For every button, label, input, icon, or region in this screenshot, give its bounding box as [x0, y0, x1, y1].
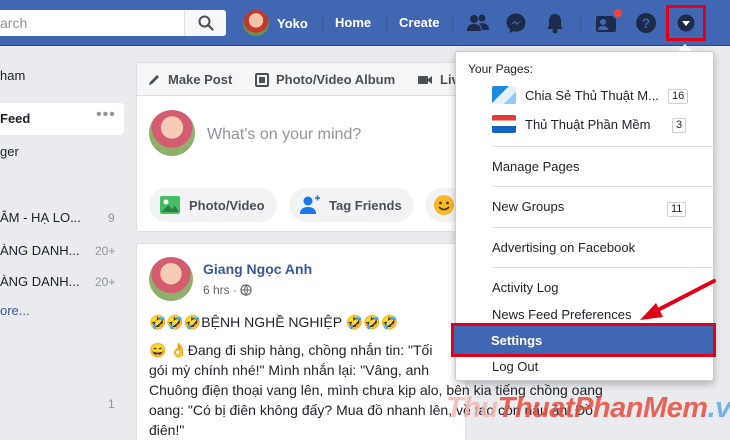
help-button[interactable]: ? — [632, 9, 660, 37]
page-thumbnail — [492, 86, 516, 104]
page-name: Chia Sẻ Thủ Thuật M... — [525, 87, 659, 103]
friend-requests-button[interactable] — [464, 9, 492, 37]
sidebar-item-count: 20+ — [95, 244, 116, 258]
page-thumbnail — [492, 115, 516, 133]
bell-icon — [547, 14, 563, 34]
tag-friends-button[interactable]: Tag Friends — [289, 188, 414, 222]
menu-divider — [492, 267, 714, 268]
post-author-link[interactable]: Giang Ngọc Anh — [203, 261, 312, 277]
create-link[interactable]: Create — [399, 15, 439, 30]
menu-divider — [492, 227, 714, 228]
post-title: 🤣🤣🤣BỆNH NGHỀ NGHIỆP 🤣🤣🤣 — [149, 314, 399, 330]
question-mark-icon: ? — [636, 13, 656, 33]
watermark-part: Thu — [446, 392, 498, 424]
sidebar-item-group[interactable]: ÂM - HẠ LO... — [0, 210, 81, 225]
nav-divider — [322, 14, 323, 32]
messenger-icon — [506, 13, 526, 33]
home-link[interactable]: Home — [335, 15, 371, 30]
account-menu-highlight — [666, 5, 706, 41]
smiley-icon — [434, 195, 454, 215]
pointer-arrow-icon — [640, 279, 716, 320]
svg-text:?: ? — [642, 15, 651, 31]
composer-input[interactable]: What's on your mind? — [207, 126, 361, 144]
page-notification-count: 16 — [668, 89, 689, 104]
globe-icon — [240, 284, 252, 296]
see-more-link[interactable]: ore... — [0, 303, 30, 318]
menu-item-manage-pages[interactable]: Manage Pages — [492, 159, 579, 174]
new-groups-count: 11 — [667, 202, 687, 217]
photo-video-button[interactable]: Photo/Video — [149, 188, 277, 222]
watermark-part: Thuat — [497, 392, 575, 424]
tab-label: Photo/Video Album — [276, 72, 396, 87]
friends-icon — [467, 14, 489, 31]
tab-live-video[interactable]: Liv — [417, 72, 459, 87]
sidebar-item-profile[interactable]: ham — [0, 68, 25, 83]
feed-post: Giang Ngọc Anh 6 hrs · 🤣🤣🤣BỆNH NGHỀ NGHI… — [136, 243, 603, 440]
sidebar-item-messenger[interactable]: ger — [0, 144, 19, 159]
search-button[interactable] — [184, 10, 226, 36]
menu-divider — [492, 186, 714, 187]
search-box — [0, 10, 226, 36]
tab-make-post[interactable]: Make Post — [147, 72, 232, 87]
menu-item-news-feed-preferences[interactable]: News Feed Preferences — [492, 307, 631, 322]
nav-divider — [386, 14, 387, 32]
post-composer: Make Post Photo/Video Album Liv What's o… — [136, 62, 467, 232]
nav-divider — [580, 14, 581, 32]
tag-friends-icon — [300, 195, 320, 214]
sidebar-item-count: 1 — [108, 397, 115, 411]
watermark-part: PhanMem — [574, 392, 708, 424]
profile-link[interactable]: Yoko — [243, 10, 308, 36]
watermark: ThuThuatPhanMem.vn — [446, 392, 730, 425]
more-options-icon[interactable]: ••• — [96, 106, 116, 124]
menu-item-new-groups[interactable]: New Groups — [492, 199, 564, 214]
post-timestamp[interactable]: 6 hrs · — [203, 283, 252, 297]
page-notification-count: 3 — [672, 118, 687, 133]
page-name: Thủ Thuật Phần Mềm — [525, 116, 651, 132]
tab-label: Make Post — [168, 72, 233, 87]
pencil-icon — [149, 74, 159, 85]
menu-item-log-out[interactable]: Log Out — [492, 359, 538, 374]
tab-photo-video-album[interactable]: Photo/Video Album — [255, 72, 395, 87]
sidebar-item-news-feed[interactable]: Feed — [0, 111, 30, 126]
tag-friends-label: Tag Friends — [329, 197, 402, 213]
sidebar-item-group[interactable]: ÀNG DANH... — [0, 243, 79, 258]
sidebar-item-count: 9 — [108, 211, 115, 225]
avatar — [243, 10, 269, 36]
profile-name: Yoko — [277, 15, 308, 31]
settings-label: Settings — [491, 333, 543, 348]
sidebar-item-count: 20+ — [95, 275, 116, 289]
top-navigation-bar: Yoko Home Create ? — [0, 0, 730, 46]
menu-item-settings[interactable]: Settings — [451, 323, 716, 357]
avatar — [149, 257, 193, 301]
post-time-text: 6 hrs · — [203, 283, 238, 297]
avatar — [149, 110, 195, 156]
search-icon — [198, 15, 214, 31]
watermark-part: .vn — [707, 392, 730, 424]
composer-tabs: Make Post Photo/Video Album Liv — [137, 63, 465, 96]
menu-item-activity-log[interactable]: Activity Log — [492, 280, 558, 295]
video-camera-icon — [418, 75, 432, 84]
menu-divider — [492, 146, 714, 147]
photo-icon — [160, 196, 180, 214]
search-input[interactable] — [0, 10, 184, 36]
your-pages-label: Your Pages: — [468, 62, 533, 76]
album-icon — [255, 72, 269, 87]
messenger-button[interactable] — [502, 9, 530, 37]
menu-item-advertising[interactable]: Advertising on Facebook — [492, 240, 635, 255]
notification-badge — [612, 7, 624, 19]
nav-divider — [452, 14, 453, 32]
notifications-button[interactable] — [541, 9, 569, 37]
photo-video-label: Photo/Video — [189, 197, 265, 213]
sidebar-item-group[interactable]: ÀNG DANH... — [0, 274, 79, 289]
